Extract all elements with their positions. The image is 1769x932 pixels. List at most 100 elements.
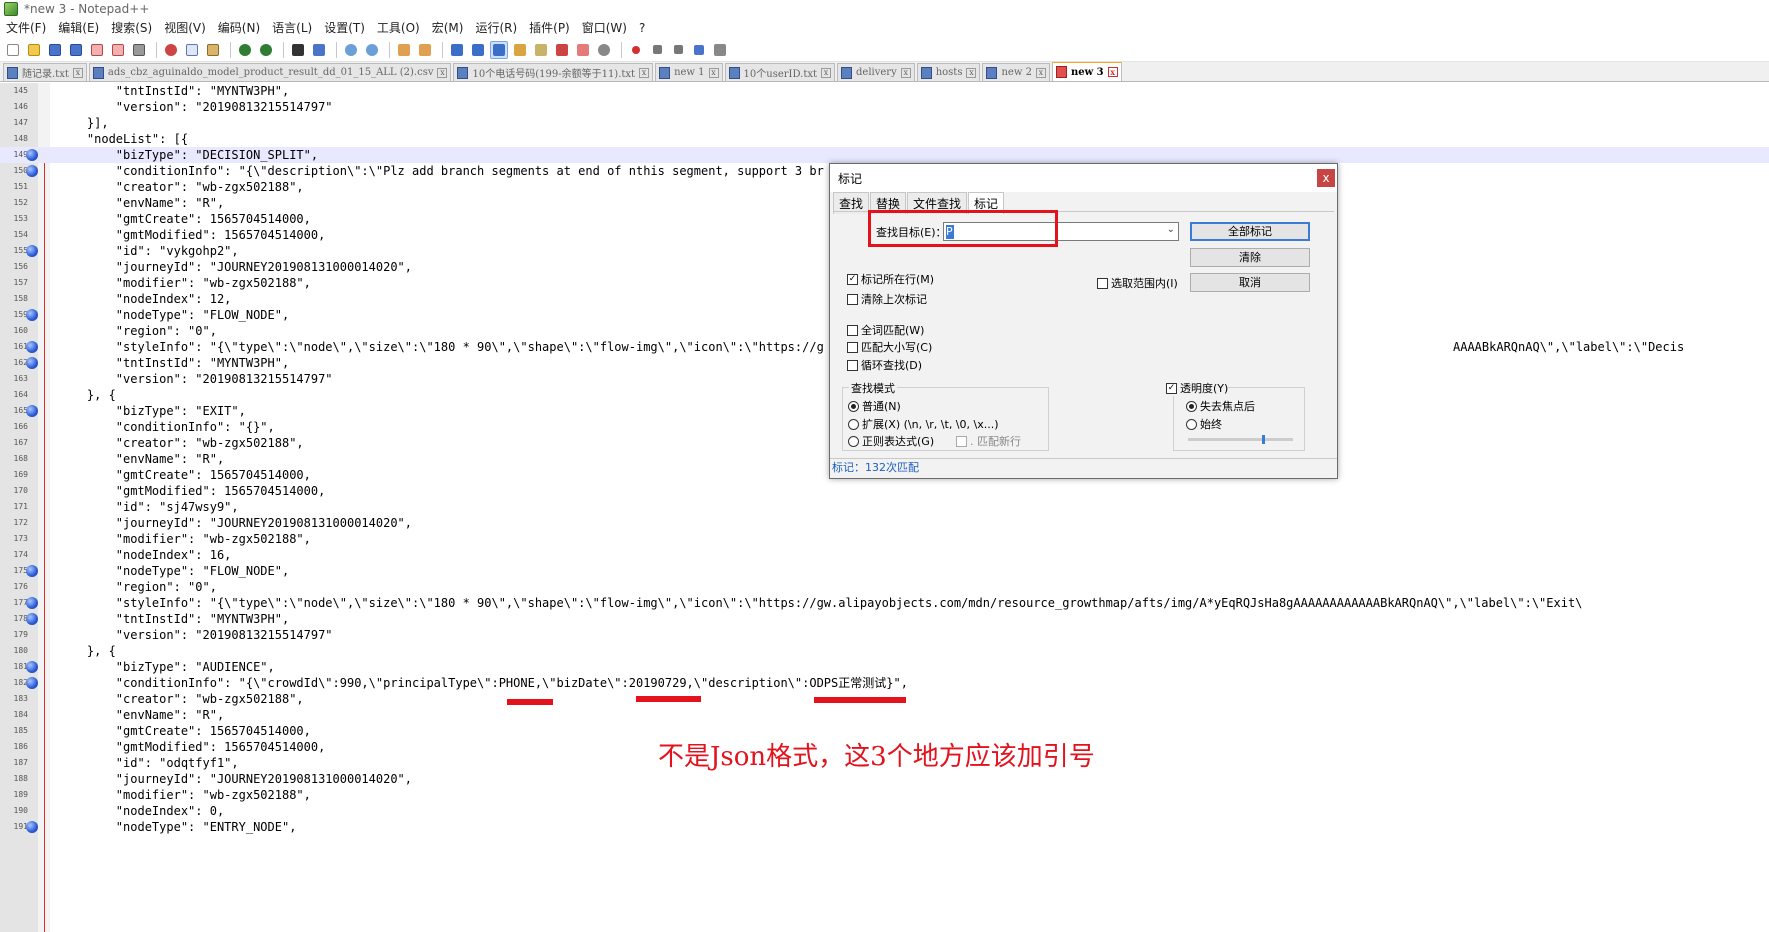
bookmark-icon[interactable] [26,597,38,609]
tab-close-icon[interactable]: x [708,67,719,78]
sync-horizontal-icon[interactable] [416,41,434,59]
tab-close-icon[interactable]: x [639,67,650,78]
bookmark-icon[interactable] [26,677,38,689]
menu-macro[interactable]: 宏(M) [432,19,464,36]
code-line[interactable]: 176 "region": "0", [0,579,1769,595]
chevron-down-icon[interactable]: ⌄ [1167,224,1175,235]
code-line[interactable]: 171 "id": "sj47wsy9", [0,499,1769,515]
menu-run[interactable]: 运行(R) [475,19,517,36]
bookmark-icon[interactable] [26,565,38,577]
trans-always-radio[interactable]: 始终 [1186,416,1222,432]
menu-help[interactable]: ? [639,21,645,35]
code-line[interactable]: 184 "envName": "R", [0,707,1769,723]
menu-edit[interactable]: 编辑(E) [58,19,99,36]
code-line[interactable]: 175 "nodeType": "FLOW_NODE", [0,563,1769,579]
file-tab[interactable]: new 1x [655,63,723,81]
file-tab[interactable]: new 2x [982,63,1050,81]
tab-close-icon[interactable]: x [1035,67,1046,78]
word-wrap-icon[interactable] [448,41,466,59]
menu-encoding[interactable]: 编码(N) [218,19,260,36]
purge-checkbox[interactable]: 清除上次标记 [847,291,927,307]
code-line[interactable]: 178 "tntInstId": "MYNTW3PH", [0,611,1769,627]
code-line[interactable]: 148 "nodeList": [{ [0,131,1769,147]
code-line[interactable]: 182 "conditionInfo": "{\"crowdId\":990,\… [0,675,1769,691]
save-all-icon[interactable] [67,41,85,59]
save-macro-icon[interactable] [711,41,729,59]
mark-all-button[interactable]: 全部标记 [1190,222,1310,241]
udl-icon[interactable] [511,41,529,59]
menu-settings[interactable]: 设置(T) [324,19,365,36]
print-icon[interactable] [130,41,148,59]
bookmark-line-checkbox[interactable]: ✓ 标记所在行(M) [847,271,934,287]
paste-icon[interactable] [204,41,222,59]
menu-tools[interactable]: 工具(O) [377,19,420,36]
menu-plugins[interactable]: 插件(P) [529,19,570,36]
transparency-checkbox[interactable]: ✓ 透明度(Y) [1166,380,1229,396]
bookmark-icon[interactable] [26,405,38,417]
undo-icon[interactable] [236,41,254,59]
code-line[interactable]: 191 "nodeType": "ENTRY_NODE", [0,819,1769,835]
transparency-slider[interactable] [1188,438,1293,441]
doc-map-icon[interactable] [532,41,550,59]
code-line[interactable]: 149 "bizType": "DECISION_SPLIT", [0,147,1769,163]
wrap-around-checkbox[interactable]: 循环查找(D) [847,357,922,373]
tab-close-icon[interactable]: x [1107,67,1118,77]
redo-icon[interactable] [257,41,275,59]
mode-extended-radio[interactable]: 扩展(X) (\n, \r, \t, \0, \x...) [848,416,999,432]
code-line[interactable]: 172 "journeyId": "JOURNEY201908131000014… [0,515,1769,531]
menu-search[interactable]: 搜索(S) [111,19,152,36]
bookmark-icon[interactable] [26,613,38,625]
sync-vertical-icon[interactable] [395,41,413,59]
new-file-icon[interactable] [4,41,22,59]
code-line[interactable]: 177 "styleInfo": "{\"type\":\"node\",\"s… [0,595,1769,611]
code-line[interactable]: 181 "bizType": "AUDIENCE", [0,659,1769,675]
bookmark-icon[interactable] [26,661,38,673]
function-list-icon[interactable] [553,41,571,59]
close-icon[interactable]: x [1317,169,1335,187]
mode-normal-radio[interactable]: 普通(N) [848,398,901,414]
clear-button[interactable]: 清除 [1190,248,1310,267]
close-file-icon[interactable] [88,41,106,59]
bookmark-icon[interactable] [26,245,38,257]
code-line[interactable]: 174 "nodeIndex": 16, [0,547,1769,563]
file-tab[interactable]: delivery x [837,63,915,81]
code-line[interactable]: 170 "gmtModified": 1565704514000, [0,483,1769,499]
zoom-out-icon[interactable] [363,41,381,59]
code-line[interactable]: 190 "nodeIndex": 0, [0,803,1769,819]
record-macro-icon[interactable] [627,41,645,59]
transparency-slider-thumb[interactable] [1262,435,1265,444]
folder-workspace-icon[interactable] [574,41,592,59]
menu-window[interactable]: 窗口(W) [582,19,627,36]
tab-close-icon[interactable]: x [966,67,977,78]
file-tab[interactable]: 10个userID.txt x [724,63,835,81]
indent-guide-icon[interactable] [490,40,508,59]
cancel-button[interactable]: 取消 [1190,273,1310,292]
code-line[interactable]: 146 "version": "20190813215514797" [0,99,1769,115]
bookmark-icon[interactable] [26,165,38,177]
file-tab[interactable]: ads_cbz_aguinaldo_model_product_result_d… [88,63,452,81]
cut-icon[interactable] [162,41,180,59]
bookmark-icon[interactable] [26,821,38,833]
zoom-in-icon[interactable] [342,41,360,59]
copy-icon[interactable] [183,41,201,59]
open-file-icon[interactable] [25,41,43,59]
file-tab[interactable]: 随记录.txt x [3,63,87,81]
show-all-chars-icon[interactable] [469,41,487,59]
code-line[interactable]: 145 "tntInstId": "MYNTW3PH", [0,83,1769,99]
close-all-icon[interactable] [109,41,127,59]
tab-close-icon[interactable]: x [821,67,831,78]
tab-close-icon[interactable]: x [72,67,83,78]
bookmark-icon[interactable] [26,357,38,369]
code-line[interactable]: 188 "journeyId": "JOURNEY201908131000014… [0,771,1769,787]
code-line[interactable]: 189 "modifier": "wb-zgx502188", [0,787,1769,803]
tab-close-icon[interactable]: x [437,67,448,78]
play-macro-icon[interactable] [669,41,687,59]
code-line[interactable]: 147 }], [0,115,1769,131]
tab-close-icon[interactable]: x [900,67,911,78]
code-line[interactable]: 179 "version": "20190813215514797" [0,627,1769,643]
play-multiple-icon[interactable] [690,41,708,59]
file-tab[interactable]: hosts x [916,63,981,81]
in-selection-checkbox[interactable]: 选取范围内(I) [1097,275,1178,291]
bookmark-icon[interactable] [26,309,38,321]
find-icon[interactable] [289,41,307,59]
